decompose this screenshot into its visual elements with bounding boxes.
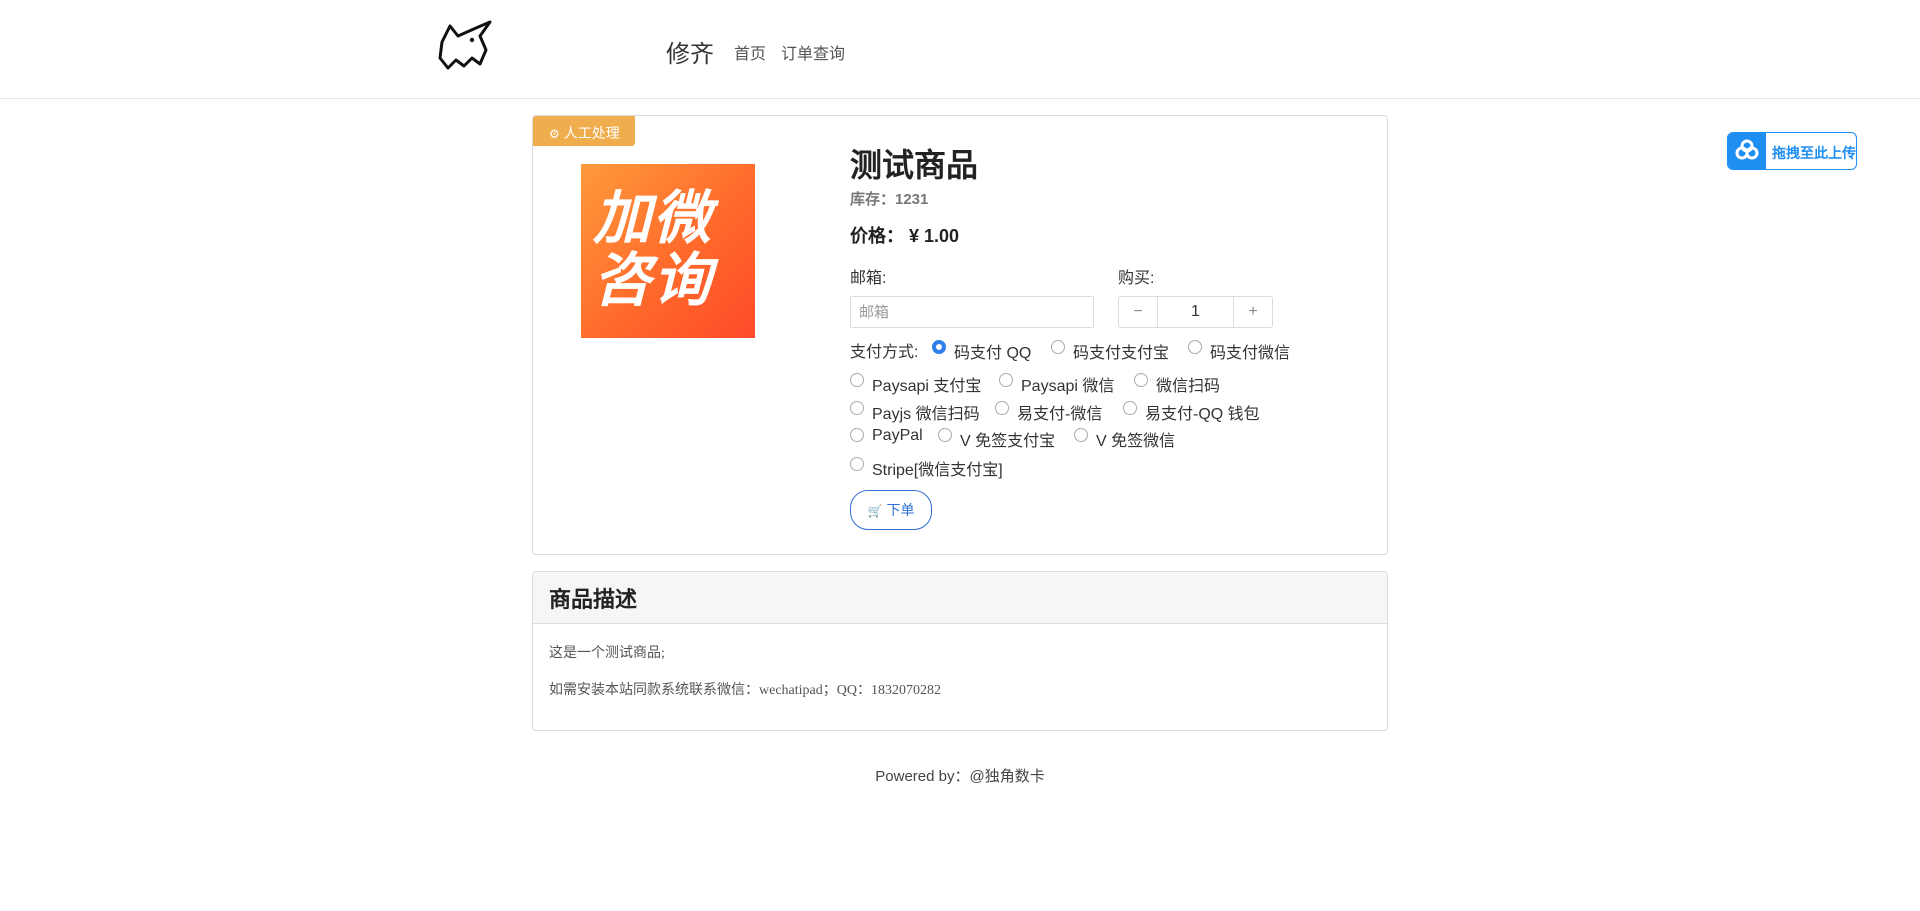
manual-processing-badge: ⚙ 人工处理 [533,116,635,146]
radio-button[interactable] [999,373,1013,387]
badge-label: 人工处理 [563,125,620,141]
product-stock: 库存：1231 [850,191,929,208]
description-title: 商品描述 [549,587,638,612]
payment-method-label: 支付方式: [850,344,919,361]
radio-button[interactable] [1051,340,1065,354]
radio-button[interactable] [1134,373,1148,387]
product-card: ⚙ 人工处理 加微 咨询 测试商品 库存：1231 价格： ¥ 1.00 邮箱: … [532,115,1388,555]
radio-button[interactable] [1074,428,1088,442]
radio-button[interactable] [932,340,946,354]
description-line-2: 如需安装本站同款系统联系微信：wechatipad；QQ：1832070282 [549,683,941,698]
place-order-button[interactable]: 🛒 下单 [850,490,932,530]
description-line-1: 这是一个测试商品; [549,646,665,661]
quantity-input[interactable]: 1 [1158,296,1233,328]
nav-order-query-link[interactable]: 订单查询 [781,40,845,64]
upload-label: 拖拽至此上传 [1772,145,1856,161]
radio-button[interactable] [938,428,952,442]
cloud-upload-icon [1728,133,1766,169]
product-title: 测试商品 [850,147,979,183]
radio-button[interactable] [850,373,864,387]
top-header: 修齐 首页 订单查询 [0,0,1920,99]
product-image-text-2: 咨询 [593,248,714,313]
quantity-increase-button[interactable]: + [1233,296,1273,328]
product-image-text-1: 加微 [593,186,714,251]
email-label: 邮箱: [850,270,887,287]
radio-button[interactable] [995,401,1009,415]
nav-home-link[interactable]: 首页 [734,40,766,64]
unicorn-logo-icon[interactable] [436,20,494,72]
drag-upload-widget[interactable]: 拖拽至此上传 [1727,132,1857,170]
radio-button[interactable] [850,457,864,471]
place-order-label: 下单 [886,502,915,518]
site-brand[interactable]: 修齐 [666,34,714,69]
radio-button[interactable] [1188,340,1202,354]
radio-button[interactable] [850,401,864,415]
radio-button[interactable] [1123,401,1137,415]
radio-button[interactable] [850,428,864,442]
quantity-decrease-button[interactable]: − [1118,296,1158,328]
email-input[interactable] [850,296,1094,328]
footer-powered-by: Powered by：@独角数卡 [875,768,1045,785]
description-header: 商品描述 [533,572,1387,624]
cart-icon: 🛒 [867,504,883,518]
product-description-card: 商品描述 这是一个测试商品; 如需安装本站同款系统联系微信：wechatipad… [532,571,1388,731]
gear-icon: ⚙ [549,127,560,141]
product-image: 加微 咨询 [581,164,755,338]
product-price: 价格： ¥ 1.00 [850,226,960,246]
buy-label: 购买: [1118,270,1155,287]
